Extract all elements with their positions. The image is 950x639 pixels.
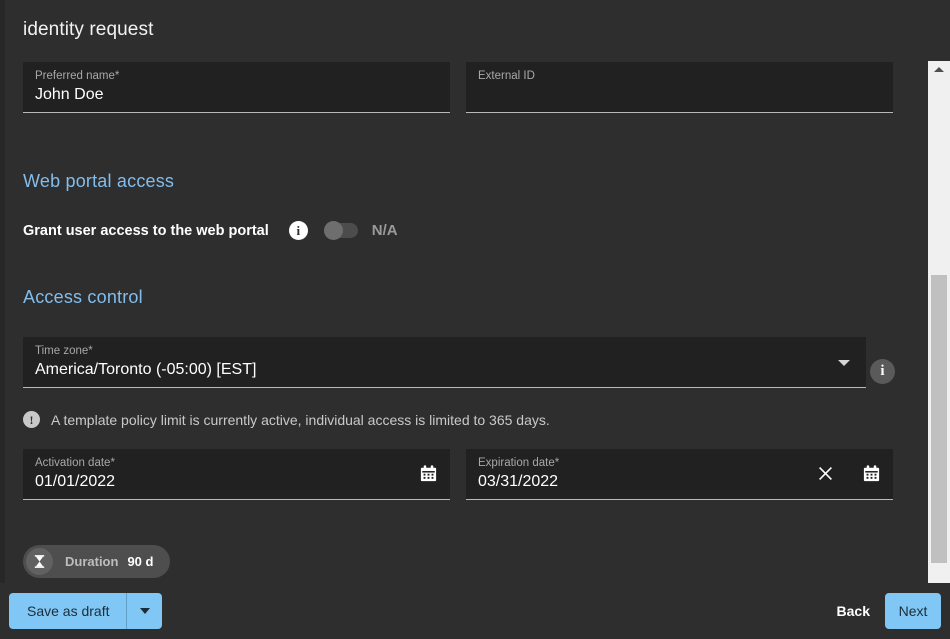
info-icon[interactable]: i [289, 221, 308, 240]
activation-date-field[interactable]: Activation date* 01/01/2022 [23, 449, 450, 500]
time-zone-value: America/Toronto (-05:00) [EST] [35, 358, 854, 382]
grant-web-portal-access-toggle[interactable] [324, 223, 358, 238]
chevron-down-icon [140, 608, 150, 614]
scroll-up-arrow-icon[interactable] [928, 61, 950, 78]
save-as-draft-button[interactable]: Save as draft [9, 593, 128, 629]
preferred-name-field[interactable]: Preferred name* John Doe [23, 62, 450, 113]
close-icon[interactable] [813, 461, 837, 485]
calendar-icon[interactable] [416, 461, 440, 485]
toggle-knob [324, 221, 343, 240]
scrollbar-thumb[interactable] [931, 275, 947, 563]
required-marker: * [110, 457, 114, 469]
save-as-draft-menu-button[interactable] [126, 593, 162, 629]
preferred-name-label: Preferred name* [35, 69, 438, 83]
next-button[interactable]: Next [885, 593, 941, 629]
calendar-icon[interactable] [859, 461, 883, 485]
web-portal-access-heading: Web portal access [23, 171, 174, 192]
external-id-label: External ID [478, 69, 881, 83]
time-zone-label: Time zone* [35, 344, 854, 358]
external-id-field[interactable]: External ID [466, 62, 893, 113]
required-marker: * [88, 345, 92, 357]
vertical-scrollbar[interactable] [928, 61, 950, 595]
toggle-state-label: N/A [372, 222, 398, 239]
grant-web-portal-access-label: Grant user access to the web portal [23, 223, 269, 239]
required-marker: * [555, 457, 559, 469]
chevron-down-icon[interactable] [832, 351, 856, 375]
preferred-name-value: John Doe [35, 83, 438, 107]
policy-limit-hint-text: A template policy limit is currently act… [51, 412, 550, 428]
activation-date-label: Activation date* [35, 456, 438, 470]
hourglass-icon [26, 548, 53, 575]
time-zone-info-icon[interactable]: i [870, 359, 895, 384]
duration-chip-value: 90 d [127, 554, 153, 569]
required-marker: * [115, 70, 119, 82]
expiration-date-field[interactable]: Expiration date* 03/31/2022 [466, 449, 893, 500]
exclamation-circle-icon: ! [23, 411, 40, 428]
back-button[interactable]: Back [823, 593, 884, 629]
page-title: identity request [23, 19, 153, 41]
access-control-heading: Access control [23, 287, 143, 308]
time-zone-select[interactable]: Time zone* America/Toronto (-05:00) [EST… [23, 337, 866, 388]
duration-chip: Duration 90 d [23, 545, 170, 578]
grant-web-portal-access-row: Grant user access to the web portal i N/… [23, 221, 398, 240]
action-bar: Save as draft Back Next [0, 583, 950, 639]
activation-date-value: 01/01/2022 [35, 470, 438, 494]
duration-chip-label: Duration [65, 554, 118, 569]
window-left-edge [0, 0, 5, 639]
identity-request-form: identity request Preferred name* John Do… [0, 0, 928, 639]
policy-limit-hint: ! A template policy limit is currently a… [23, 411, 550, 428]
